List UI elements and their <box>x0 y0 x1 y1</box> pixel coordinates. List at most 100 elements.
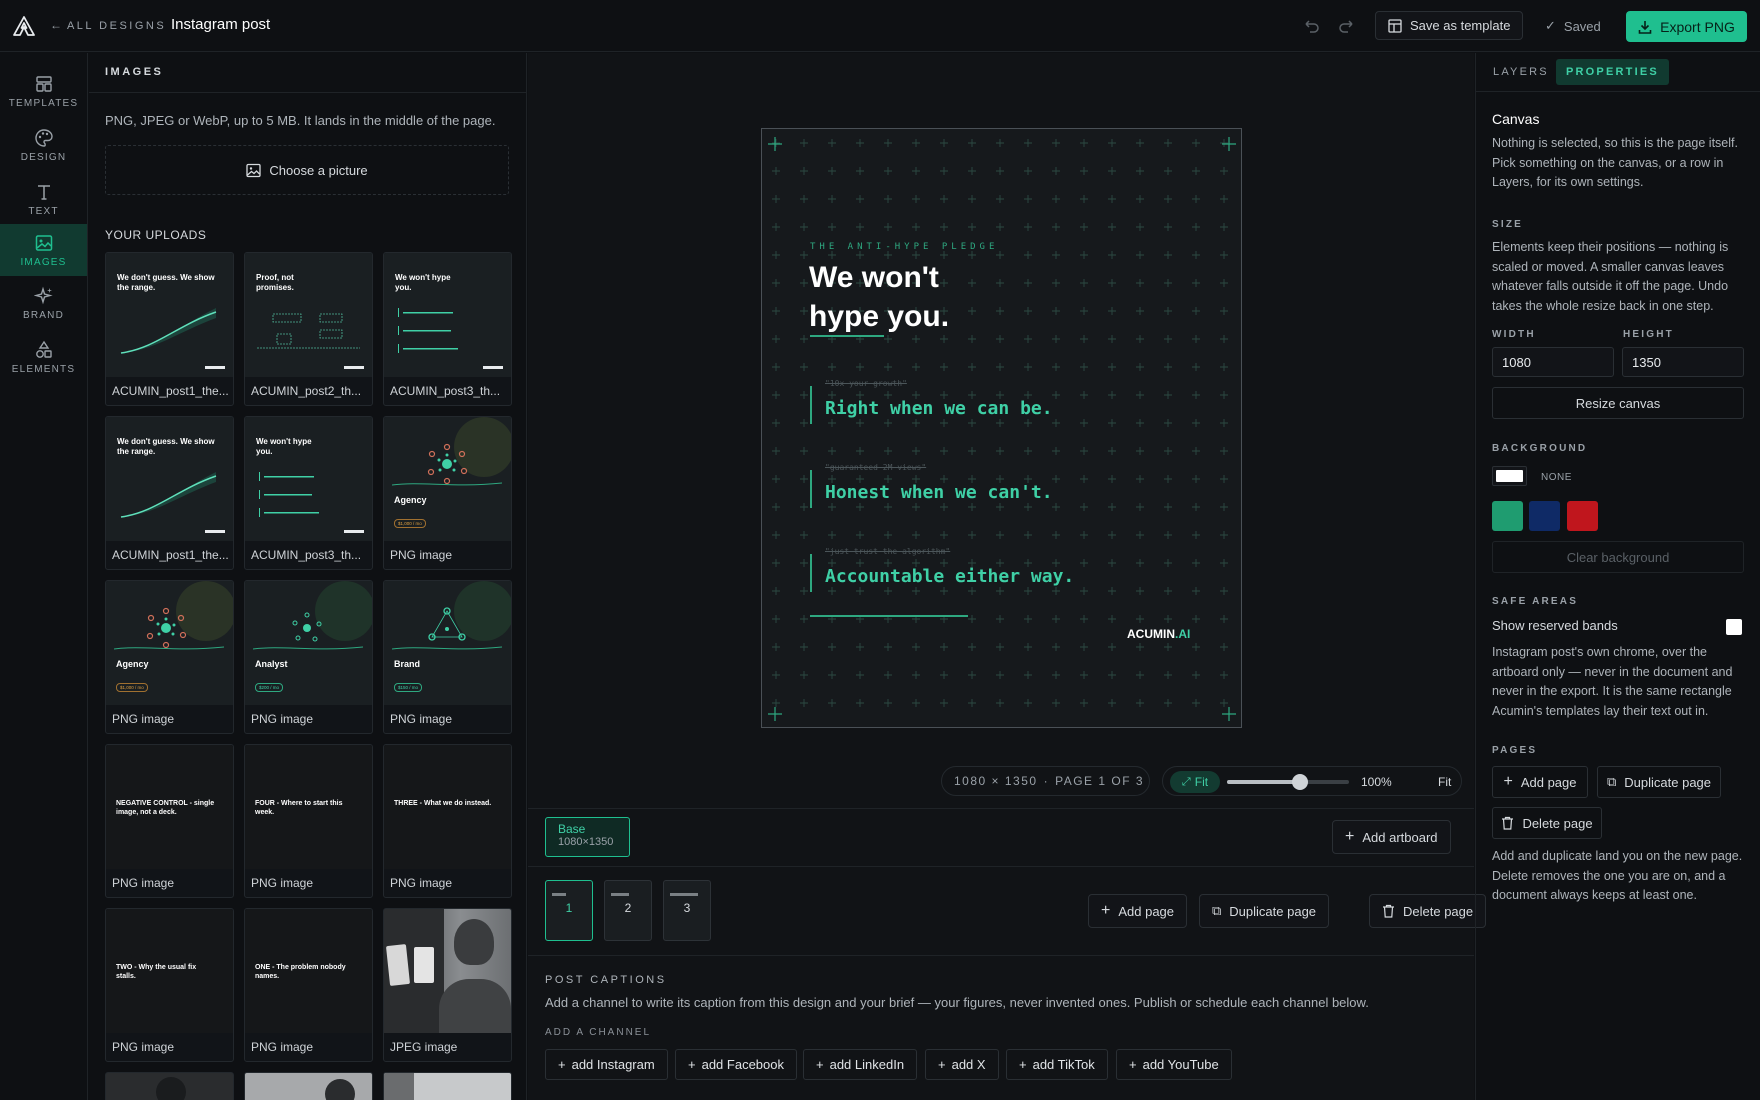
saved-label: Saved <box>1563 18 1601 34</box>
canvas-dims: 1080 × 1350 <box>954 774 1038 788</box>
safe-areas-checkbox[interactable] <box>1726 619 1742 635</box>
redo-icon[interactable] <box>1338 17 1356 35</box>
add-instagram-button[interactable]: + add Instagram <box>545 1049 668 1080</box>
upload-tile[interactable]: THREE - What we do instead. PNG image <box>383 744 512 898</box>
pledge-line[interactable]: Honest when we can't. <box>825 482 1053 503</box>
delete-page-button[interactable]: Delete page <box>1369 894 1487 928</box>
upload-tile[interactable]: JPEG image <box>383 908 512 1062</box>
rail-item-images[interactable]: IMAGES <box>0 224 87 276</box>
upload-tile[interactable]: ONE - The problem nobody names. PNG imag… <box>244 908 373 1062</box>
upload-name: PNG image <box>390 712 453 726</box>
artboard-chip-base[interactable]: Base 1080×1350 <box>545 817 630 857</box>
upload-tile[interactable]: We won't hype you. ACUMIN_post3_th... <box>383 252 512 406</box>
choose-picture-button[interactable]: Choose a picture <box>105 145 509 195</box>
add-page-button[interactable]: + Add page <box>1088 894 1188 928</box>
zoom-slider[interactable] <box>1227 767 1351 797</box>
plus-icon: + <box>1101 902 1111 919</box>
rail-label: IMAGES <box>20 256 67 268</box>
zoom-slider-knob[interactable] <box>1292 774 1309 790</box>
add-x-button[interactable]: + add X <box>925 1049 999 1080</box>
delete-page-button[interactable]: Delete page <box>1492 807 1602 839</box>
headline-line-1[interactable]: We won't <box>809 261 939 295</box>
back-to-all-designs[interactable]: ← ALL DESIGNS <box>50 18 166 32</box>
upload-tile[interactable]: Brand $150 / mo PNG image <box>383 580 512 734</box>
upload-tile[interactable]: Analyst $200 / mo PNG image <box>244 580 373 734</box>
acumin-logo-icon[interactable] <box>13 16 35 36</box>
rail-item-elements[interactable]: ELEMENTS <box>0 331 87 383</box>
page-thumb-2[interactable]: 2 <box>604 880 652 941</box>
struck-claim[interactable]: "10x your growth" <box>825 379 907 388</box>
rail-item-brand[interactable]: BRAND <box>0 277 87 329</box>
plus-icon: + <box>1129 1057 1137 1072</box>
upload-description: PNG, JPEG or WebP, up to 5 MB. It lands … <box>105 113 496 128</box>
thumb-headline: We don't guess. We show the range. <box>117 437 215 456</box>
delete-page-label: Delete page <box>1522 815 1593 831</box>
struck-claim[interactable]: "guaranteed 2M views" <box>825 463 926 472</box>
thumb-logo <box>205 366 225 369</box>
width-input[interactable]: 1080 <box>1492 347 1614 377</box>
add-artboard-button[interactable]: + Add artboard <box>1332 820 1451 854</box>
add-facebook-button[interactable]: + add Facebook <box>675 1049 797 1080</box>
template-icon <box>1388 18 1402 33</box>
upload-tile[interactable] <box>383 1072 512 1100</box>
upload-tile[interactable]: Agency $1,000 / mo PNG image <box>105 580 234 734</box>
zoom-controls: ⤢ Fit 100% Fit <box>1162 766 1462 796</box>
upload-tile[interactable]: NEGATIVE CONTROL - single image, not a d… <box>105 744 234 898</box>
swatch-navy[interactable] <box>1529 501 1560 531</box>
undo-icon[interactable] <box>1302 17 1320 35</box>
tab-properties[interactable]: PROPERTIES <box>1556 59 1669 85</box>
add-page-button[interactable]: + Add page <box>1492 766 1588 798</box>
artboard[interactable]: THE ANTI-HYPE PLEDGE We won't hype you. … <box>761 128 1242 728</box>
add-linkedin-button[interactable]: + add LinkedIn <box>803 1049 918 1080</box>
upload-tile[interactable] <box>244 1072 373 1100</box>
page-thumb-1[interactable]: 1 <box>545 880 593 941</box>
thumb-logo <box>344 366 364 369</box>
rail-item-text[interactable]: TEXT <box>0 173 87 225</box>
page-thumb-3[interactable]: 3 <box>663 880 711 941</box>
background-white-swatch[interactable] <box>1492 466 1527 486</box>
artboard-size: 1080×1350 <box>558 836 614 848</box>
upload-tile[interactable]: FOUR - Where to start this week. PNG ima… <box>244 744 373 898</box>
upload-tile[interactable]: We won't hype you. ACUMIN_post3_th... <box>244 416 373 570</box>
resize-canvas-button[interactable]: Resize canvas <box>1492 387 1744 419</box>
pages-heading: PAGES <box>1492 745 1538 756</box>
struck-claim[interactable]: "just trust the algorithm" <box>825 547 950 556</box>
swatch-green[interactable] <box>1492 501 1523 531</box>
plus-icon: + <box>1345 828 1355 845</box>
clear-background-button[interactable]: Clear background <box>1492 541 1744 573</box>
thumb-headline: TWO - Why the usual fix stalls. <box>116 964 197 980</box>
thumb-headline: We don't guess. We show the range. <box>117 273 215 292</box>
rail-item-templates[interactable]: TEMPLATES <box>0 65 87 117</box>
fit-toggle[interactable]: ⤢ Fit <box>1170 771 1220 793</box>
pages-description: Add and duplicate land you on the new pa… <box>1492 849 1743 902</box>
rail-item-design[interactable]: DESIGN <box>0 119 87 171</box>
add-youtube-button[interactable]: + add YouTube <box>1116 1049 1232 1080</box>
upload-thumbnail: NEGATIVE CONTROL - single image, not a d… <box>106 745 233 869</box>
kicker[interactable]: THE ANTI-HYPE PLEDGE <box>810 242 998 252</box>
background-none-label[interactable]: NONE <box>1541 472 1572 483</box>
upload-tile[interactable]: Agency $1,000 / mo PNG image <box>383 416 512 570</box>
brand-mark[interactable]: ACUMIN.AI <box>1127 627 1190 641</box>
upload-tile[interactable]: We don't guess. We show the range. ACUMI… <box>105 252 234 406</box>
upload-tile[interactable]: Proof, not promises. ACUMIN_post2_th... <box>244 252 373 406</box>
pledge-line[interactable]: Accountable either way. <box>825 566 1074 587</box>
captions-heading: POST CAPTIONS <box>545 974 667 986</box>
fit-button[interactable]: Fit <box>1438 775 1451 789</box>
duplicate-page-button[interactable]: ⧉ Duplicate page <box>1199 894 1330 928</box>
pledge-line[interactable]: Right when we can be. <box>825 398 1053 419</box>
height-input[interactable]: 1350 <box>1622 347 1744 377</box>
upload-tile[interactable]: We don't guess. We show the range. ACUMI… <box>105 416 234 570</box>
save-template-label: Save as template <box>1410 18 1511 33</box>
saved-status: ✓ Saved <box>1545 18 1601 34</box>
upload-tile[interactable] <box>105 1072 234 1100</box>
swatch-red[interactable] <box>1567 501 1598 531</box>
upload-tile[interactable]: TWO - Why the usual fix stalls. PNG imag… <box>105 908 234 1062</box>
save-as-template-button[interactable]: Save as template <box>1375 11 1524 40</box>
add-tiktok-button[interactable]: + add TikTok <box>1006 1049 1108 1080</box>
tab-layers[interactable]: LAYERS <box>1493 66 1549 78</box>
design-title[interactable]: Instagram post <box>171 16 270 33</box>
duplicate-page-button[interactable]: ⧉ Duplicate page <box>1597 766 1721 798</box>
upload-name: PNG image <box>390 876 453 890</box>
export-png-button[interactable]: Export PNG <box>1626 11 1747 42</box>
headline-line-2[interactable]: hype you. <box>809 300 949 334</box>
